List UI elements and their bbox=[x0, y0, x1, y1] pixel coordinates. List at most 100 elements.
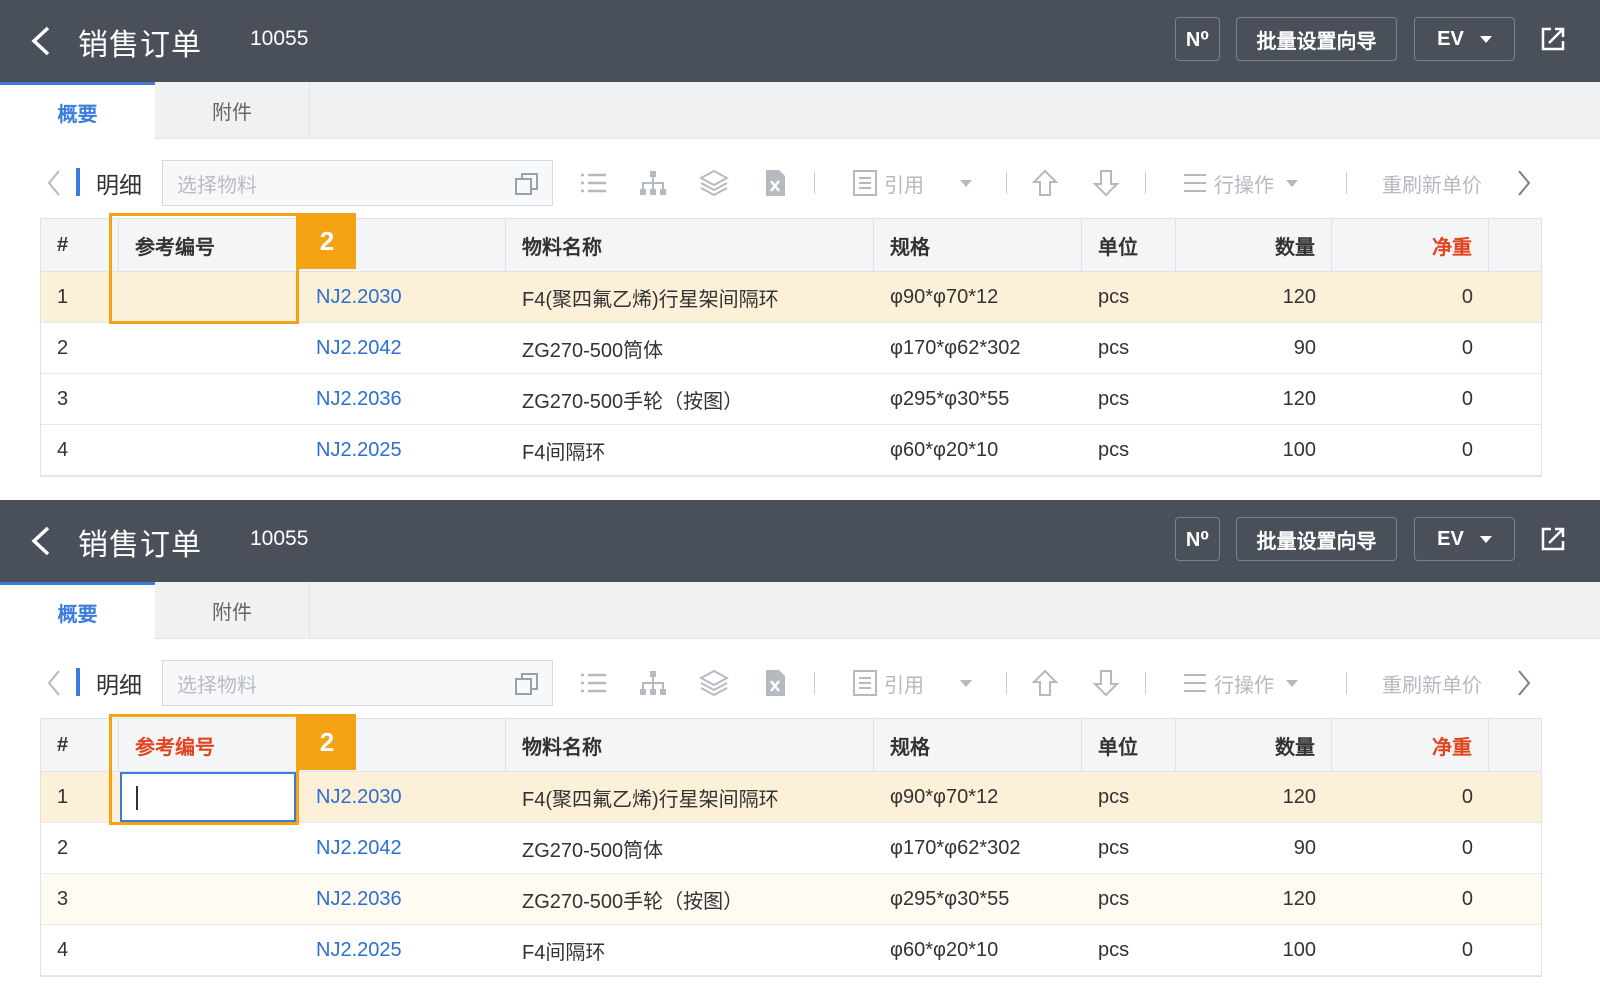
table-row[interactable]: 3 NJ2.2036 ZG270-500手轮（按图） φ295*φ30*55 p… bbox=[41, 374, 1541, 425]
arrow-up-icon[interactable] bbox=[1030, 158, 1060, 208]
material-search-input[interactable]: 选择物料 bbox=[162, 660, 553, 706]
column-header-name[interactable]: 物料名称 bbox=[506, 719, 874, 772]
code-link[interactable]: NJ2.2042 bbox=[300, 823, 506, 874]
quantity-cell: 100 bbox=[1282, 939, 1316, 961]
row-operations-button[interactable]: 行操作 bbox=[1180, 158, 1298, 208]
column-header-name[interactable]: 物料名称 bbox=[506, 219, 874, 272]
ev-label: EV bbox=[1437, 27, 1464, 50]
column-header-net-weight[interactable]: 净重 bbox=[1332, 719, 1489, 772]
reference-cell[interactable] bbox=[119, 374, 300, 425]
hierarchy-icon[interactable] bbox=[638, 158, 668, 208]
code-link[interactable]: NJ2.2042 bbox=[300, 323, 506, 374]
table-row[interactable]: 4 NJ2.2025 F4间隔环 φ60*φ20*10 pcs 100 0 bbox=[41, 425, 1541, 476]
column-header-spec[interactable]: 规格 bbox=[874, 719, 1082, 772]
hierarchy-icon[interactable] bbox=[638, 658, 668, 708]
refresh-price-button[interactable]: 重刷新单价 bbox=[1382, 658, 1482, 708]
excel-icon[interactable] bbox=[760, 158, 790, 208]
back-button[interactable] bbox=[28, 524, 54, 558]
prev-arrow-icon[interactable] bbox=[46, 658, 62, 708]
code-link[interactable]: NJ2.2030 bbox=[300, 272, 506, 323]
reference-cell[interactable] bbox=[119, 925, 300, 976]
reference-dropdown[interactable] bbox=[960, 158, 972, 208]
column-header-quantity[interactable]: 数量 bbox=[1176, 719, 1332, 772]
share-icon[interactable] bbox=[1538, 24, 1568, 54]
caret-down-icon bbox=[1479, 35, 1492, 43]
reference-cell[interactable] bbox=[119, 272, 300, 323]
prev-arrow-icon[interactable] bbox=[46, 158, 62, 208]
spec-cell: φ170*φ62*302 bbox=[890, 837, 1021, 859]
column-header-net-weight[interactable]: 净重 bbox=[1332, 219, 1489, 272]
section-label: 明细 bbox=[96, 172, 142, 198]
reference-cell[interactable] bbox=[119, 874, 300, 925]
column-header-unit[interactable]: 单位 bbox=[1082, 219, 1176, 272]
reference-cell[interactable] bbox=[119, 425, 300, 476]
code-link[interactable]: NJ2.2036 bbox=[300, 374, 506, 425]
tab-overview[interactable]: 概要 bbox=[0, 82, 155, 139]
document-icon bbox=[853, 670, 877, 696]
text-cursor bbox=[136, 786, 138, 810]
table-row[interactable]: 1 NJ2.2030 F4(聚四氟乙烯)行星架间隔环 φ90*φ70*12 pc… bbox=[41, 272, 1541, 323]
table-row[interactable]: 4 NJ2.2025 F4间隔环 φ60*φ20*10 pcs 100 0 bbox=[41, 925, 1541, 976]
unit-cell: pcs bbox=[1098, 786, 1130, 808]
ev-dropdown[interactable]: EV bbox=[1414, 517, 1515, 561]
table-row[interactable]: 3 NJ2.2036 ZG270-500手轮（按图） φ295*φ30*55 p… bbox=[41, 874, 1541, 925]
toolbar-divider bbox=[1346, 172, 1347, 194]
document-icon bbox=[853, 170, 877, 196]
column-header-filler bbox=[1489, 219, 1543, 272]
table-header: # 参考编号 编码 物料名称 规格 单位 数量 净重 bbox=[41, 719, 1541, 772]
arrow-down-icon[interactable] bbox=[1091, 658, 1121, 708]
table-row[interactable]: 2 NJ2.2042 ZG270-500筒体 φ170*φ62*302 pcs … bbox=[41, 323, 1541, 374]
material-name: ZG270-500筒体 bbox=[522, 840, 664, 862]
row-operations-label: 行操作 bbox=[1214, 174, 1274, 197]
menu-icon bbox=[1184, 174, 1206, 192]
reference-label: 引用 bbox=[884, 674, 924, 697]
code-link[interactable]: NJ2.2030 bbox=[300, 772, 506, 823]
refresh-price-button[interactable]: 重刷新单价 bbox=[1382, 158, 1482, 208]
column-header-spec[interactable]: 规格 bbox=[874, 219, 1082, 272]
share-icon[interactable] bbox=[1538, 524, 1568, 554]
table-row[interactable]: 2 NJ2.2042 ZG270-500筒体 φ170*φ62*302 pcs … bbox=[41, 823, 1541, 874]
reference-cell[interactable] bbox=[119, 323, 300, 374]
reference-button[interactable]: 引用 bbox=[850, 658, 924, 708]
batch-wizard-button[interactable]: 批量设置向导 bbox=[1236, 17, 1397, 61]
excel-icon[interactable] bbox=[760, 658, 790, 708]
code-link[interactable]: NJ2.2036 bbox=[300, 874, 506, 925]
reference-cell[interactable] bbox=[119, 823, 300, 874]
column-header-unit[interactable]: 单位 bbox=[1082, 719, 1176, 772]
tab-attachments[interactable]: 附件 bbox=[155, 82, 310, 139]
toolbar-divider bbox=[1145, 672, 1146, 694]
copy-icon[interactable] bbox=[514, 171, 540, 197]
next-arrow-icon[interactable] bbox=[1516, 658, 1532, 708]
reference-dropdown[interactable] bbox=[960, 658, 972, 708]
back-button[interactable] bbox=[28, 24, 54, 58]
column-header-reference[interactable]: 参考编号 bbox=[119, 719, 300, 772]
tab-attachments[interactable]: 附件 bbox=[155, 582, 310, 639]
ev-dropdown[interactable]: EV bbox=[1414, 17, 1515, 61]
number-button[interactable]: N⁰ bbox=[1175, 517, 1220, 561]
column-header-quantity[interactable]: 数量 bbox=[1176, 219, 1332, 272]
number-button[interactable]: N⁰ bbox=[1175, 17, 1220, 61]
ev-label: EV bbox=[1437, 527, 1464, 550]
net-weight-cell: 0 bbox=[1461, 439, 1473, 461]
layers-icon[interactable] bbox=[699, 158, 729, 208]
code-link[interactable]: NJ2.2025 bbox=[300, 925, 506, 976]
reference-button[interactable]: 引用 bbox=[850, 158, 924, 208]
column-header-reference[interactable]: 参考编号 bbox=[119, 219, 300, 272]
batch-wizard-button[interactable]: 批量设置向导 bbox=[1236, 517, 1397, 561]
list-icon[interactable] bbox=[578, 658, 608, 708]
section-marker bbox=[76, 168, 80, 196]
step-badge: 2 bbox=[298, 714, 356, 770]
detail-table: # 参考编号 编码 物料名称 规格 单位 数量 净重 1 NJ2.2030 F4… bbox=[40, 218, 1542, 477]
next-arrow-icon[interactable] bbox=[1516, 158, 1532, 208]
arrow-up-icon[interactable] bbox=[1030, 658, 1060, 708]
code-link[interactable]: NJ2.2025 bbox=[300, 425, 506, 476]
row-operations-button[interactable]: 行操作 bbox=[1180, 658, 1298, 708]
layers-icon[interactable] bbox=[699, 658, 729, 708]
arrow-down-icon[interactable] bbox=[1091, 158, 1121, 208]
column-header-filler bbox=[1489, 719, 1543, 772]
copy-icon[interactable] bbox=[514, 671, 540, 697]
reference-number-input[interactable] bbox=[120, 772, 296, 822]
tab-overview[interactable]: 概要 bbox=[0, 582, 155, 639]
material-search-input[interactable]: 选择物料 bbox=[162, 160, 553, 206]
list-icon[interactable] bbox=[578, 158, 608, 208]
